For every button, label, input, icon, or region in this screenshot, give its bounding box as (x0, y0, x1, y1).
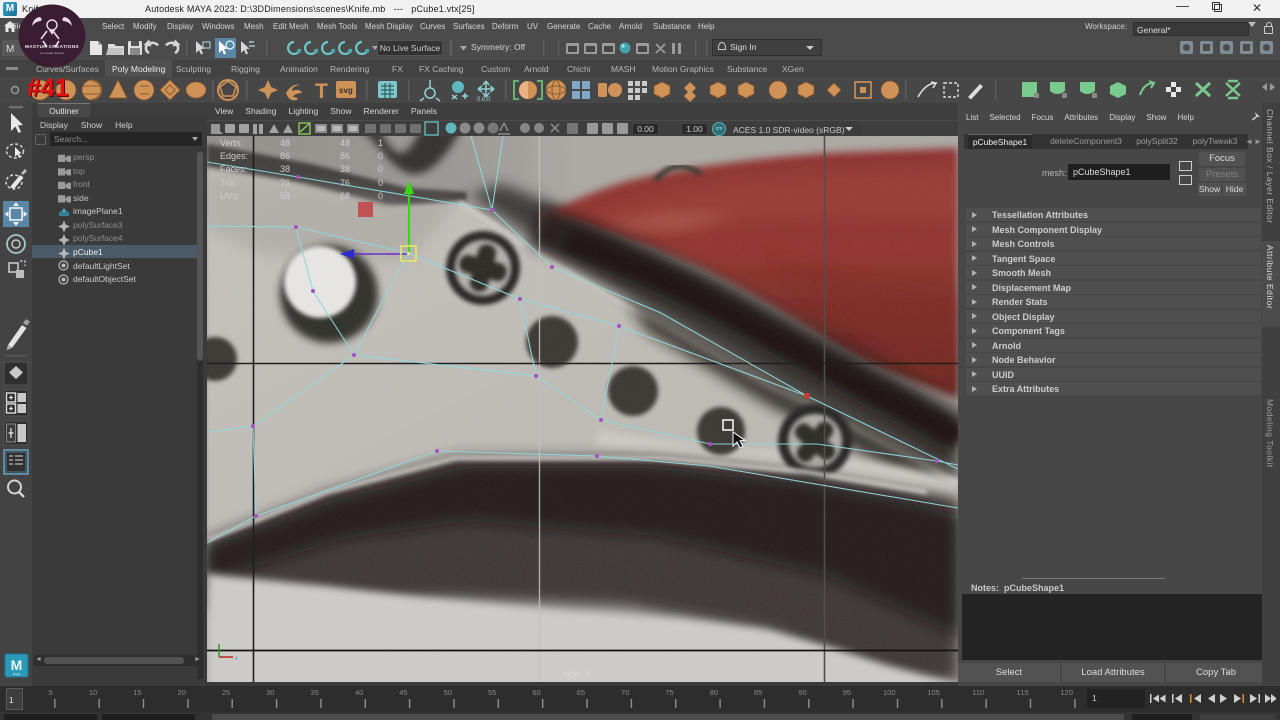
svg-text:60: 60 (532, 688, 540, 697)
svg-text:T: T (315, 80, 328, 103)
svg-text:58: 58 (280, 191, 290, 201)
svg-text:0: 0 (378, 178, 383, 188)
svg-text:120: 120 (1060, 688, 1073, 697)
svg-text:68: 68 (340, 191, 350, 201)
svg-text:50: 50 (444, 688, 452, 697)
svg-text:38: 38 (280, 164, 290, 174)
svg-text:UVs:: UVs: (220, 191, 240, 201)
svg-text:30: 30 (266, 688, 274, 697)
svg-text:48: 48 (280, 138, 290, 148)
svg-text:85: 85 (754, 688, 762, 697)
svg-text:0: 0 (378, 164, 383, 174)
svg-text:90: 90 (798, 688, 806, 697)
svg-text:100: 100 (883, 688, 896, 697)
svg-text:110: 110 (972, 688, 984, 697)
svg-text:5: 5 (49, 688, 53, 697)
svg-text:svg: svg (339, 86, 353, 95)
svg-text:48: 48 (340, 138, 350, 148)
svg-text:10: 10 (89, 688, 97, 697)
svg-text:70: 70 (621, 688, 629, 697)
svg-text:76: 76 (340, 178, 350, 188)
svg-text:105: 105 (927, 688, 940, 697)
svg-text:80: 80 (710, 688, 718, 697)
svg-text:76: 76 (280, 178, 290, 188)
svg-text:86: 86 (340, 151, 350, 161)
svg-text:65: 65 (577, 688, 585, 697)
svg-text:Faces:: Faces: (220, 164, 247, 174)
svg-text:115: 115 (1017, 688, 1029, 697)
svg-text:95: 95 (843, 688, 851, 697)
svg-text:Edges:: Edges: (220, 151, 248, 161)
svg-text:x: x (235, 656, 238, 662)
svg-text:Verts:: Verts: (220, 138, 243, 148)
svg-text:side -X: side -X (563, 669, 591, 679)
svg-text:55: 55 (488, 688, 496, 697)
svg-text:MASTUR CREATIONS: MASTUR CREATIONS (25, 44, 79, 49)
svg-text:25: 25 (222, 688, 230, 697)
svg-text:Tris:: Tris: (220, 178, 237, 188)
svg-text:20: 20 (178, 688, 186, 697)
svg-text:45: 45 (399, 688, 407, 697)
svg-text:AYA: AYA (13, 672, 21, 677)
svg-text:0: 0 (378, 191, 383, 201)
svg-text:75: 75 (665, 688, 673, 697)
svg-text:35: 35 (311, 688, 319, 697)
svg-text:86: 86 (280, 151, 290, 161)
svg-text:0: 0 (378, 151, 383, 161)
svg-text:15: 15 (133, 688, 141, 697)
svg-text:1: 1 (378, 138, 383, 148)
svg-text:M: M (6, 44, 14, 55)
svg-text:38: 38 (340, 164, 350, 174)
svg-text:40: 40 (355, 688, 363, 697)
svg-text:we create dreams: we create dreams (40, 51, 64, 55)
